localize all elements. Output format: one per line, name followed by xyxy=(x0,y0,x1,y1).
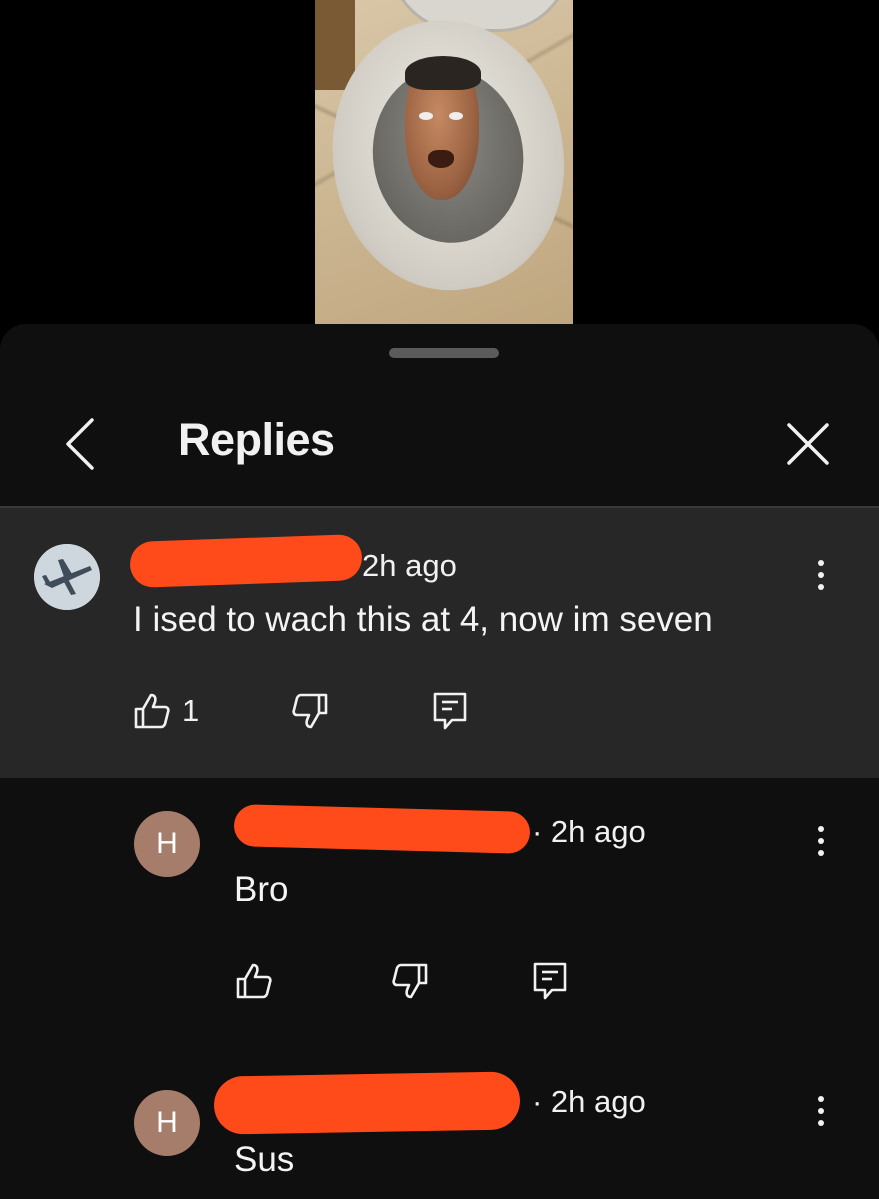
like-count: 1 xyxy=(182,693,200,728)
dislike-button[interactable] xyxy=(390,956,430,1006)
drag-handle[interactable] xyxy=(389,348,499,358)
close-button[interactable] xyxy=(776,412,840,476)
close-icon xyxy=(787,423,829,465)
author-redaction xyxy=(233,804,531,854)
reply-comment: H · 2h ago Bro xyxy=(0,778,879,1028)
reply-menu-button[interactable] xyxy=(809,816,833,866)
reply-comment-icon xyxy=(533,962,567,1000)
thumbs-up-icon xyxy=(134,693,170,729)
mouth xyxy=(428,150,454,168)
replies-sheet: Replies 2h ago I ised to wach this at 4,… xyxy=(0,324,879,1199)
reply-time: · 2h ago xyxy=(532,1084,646,1119)
reply-menu-button[interactable] xyxy=(809,1086,833,1136)
more-dot xyxy=(818,1120,824,1126)
thumbs-down-icon xyxy=(392,963,428,999)
reply-comment-icon xyxy=(433,692,467,730)
airplane-icon xyxy=(34,544,100,610)
comment-menu-button[interactable] xyxy=(809,550,833,600)
more-dot xyxy=(818,1108,824,1114)
sheet-header: Replies xyxy=(0,384,879,504)
video-thumbnail[interactable] xyxy=(315,0,573,324)
author-redaction xyxy=(129,533,363,589)
more-dot xyxy=(818,838,824,844)
reply-actions xyxy=(0,956,879,1006)
more-dot xyxy=(818,584,824,590)
head-hair xyxy=(405,56,481,90)
more-dot xyxy=(818,826,824,832)
reply-comment: H · 2h ago Sus xyxy=(0,1048,879,1199)
chevron-left-icon xyxy=(66,418,94,470)
right-eye xyxy=(449,112,463,120)
reply-button[interactable] xyxy=(432,686,468,736)
reply-avatar[interactable]: H xyxy=(134,811,200,877)
comment-actions: 1 xyxy=(0,686,879,736)
reply-text: Sus xyxy=(234,1140,295,1179)
dislike-button[interactable] xyxy=(290,686,330,736)
comment-time: 2h ago xyxy=(362,548,457,583)
more-dot xyxy=(818,850,824,856)
video-player-area[interactable] xyxy=(0,0,879,324)
reply-time: · 2h ago xyxy=(532,814,646,849)
parent-comment: 2h ago I ised to wach this at 4, now im … xyxy=(0,508,879,778)
wall-edge xyxy=(315,0,355,90)
left-eye xyxy=(419,112,433,120)
comment-avatar[interactable] xyxy=(34,544,100,610)
like-button[interactable]: 1 xyxy=(132,686,199,736)
like-button[interactable] xyxy=(234,956,274,1006)
reply-avatar[interactable]: H xyxy=(134,1090,200,1156)
more-dot xyxy=(818,560,824,566)
comment-text: I ised to wach this at 4, now im seven xyxy=(133,600,713,639)
more-dot xyxy=(818,1096,824,1102)
reply-text: Bro xyxy=(234,870,289,909)
thumbs-up-icon xyxy=(236,963,272,999)
author-redaction xyxy=(213,1071,521,1135)
reply-button[interactable] xyxy=(532,956,568,1006)
back-button[interactable] xyxy=(50,414,110,474)
thumbs-down-icon xyxy=(292,693,328,729)
more-dot xyxy=(818,572,824,578)
sheet-title: Replies xyxy=(178,414,335,465)
